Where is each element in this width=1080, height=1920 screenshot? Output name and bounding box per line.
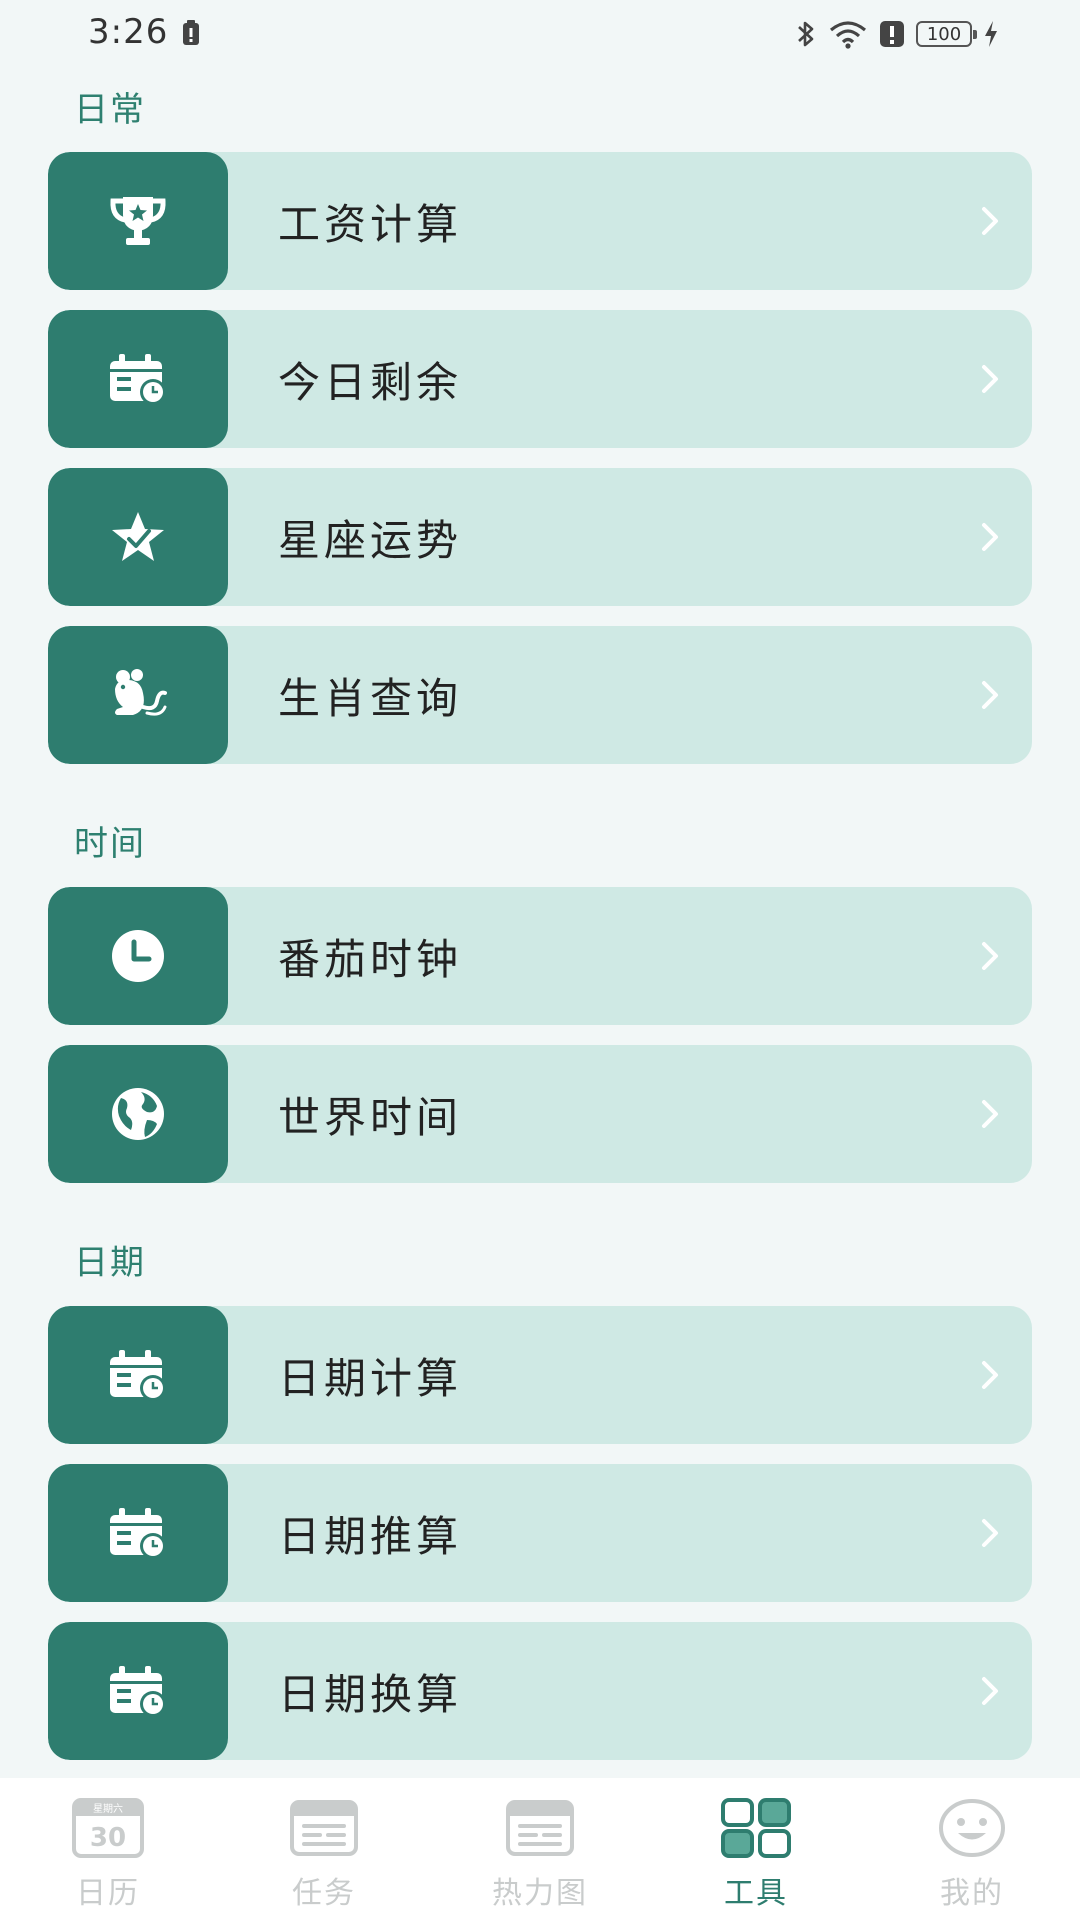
tool-icon-box: [48, 1306, 228, 1444]
status-bar: 3:26 100: [0, 0, 1080, 70]
task-card-icon: [288, 1798, 360, 1858]
tool-row-date-calc[interactable]: 日期计算: [48, 1306, 1032, 1444]
calendar-clock-icon: [110, 354, 166, 405]
bluetooth-icon: [798, 21, 814, 47]
tool-row-salary-calc[interactable]: 工资计算: [48, 152, 1032, 290]
tool-icon-box: [48, 626, 228, 764]
nav-label: 工具: [724, 1876, 788, 1911]
clock-icon: [112, 930, 164, 982]
battery-level: 100: [926, 23, 962, 45]
wifi-icon: [829, 21, 867, 49]
tool-label: 日期换算: [278, 1669, 463, 1719]
tool-label: 世界时间: [278, 1092, 463, 1142]
calendar-day-icon: 星期六 30: [72, 1798, 144, 1858]
status-icons: 100: [794, 16, 1000, 52]
chevron-right-icon: [970, 1355, 1010, 1395]
tool-icon-box: [48, 1622, 228, 1760]
section-title-time: 时间: [74, 824, 146, 864]
tool-row-horoscope[interactable]: 星座运势: [48, 468, 1032, 606]
nav-item-tasks[interactable]: 任务: [216, 1778, 432, 1920]
nav-item-tools[interactable]: 工具: [648, 1778, 864, 1920]
nav-label: 日历: [76, 1876, 140, 1911]
smiley-icon: [936, 1798, 1008, 1858]
tool-label: 生肖查询: [278, 673, 463, 723]
chevron-right-icon: [970, 201, 1010, 241]
star-icon: [112, 512, 164, 561]
chevron-right-icon: [970, 1671, 1010, 1711]
tool-row-today-remaining[interactable]: 今日剩余: [48, 310, 1032, 448]
tool-row-date-convert[interactable]: 日期换算: [48, 1622, 1032, 1760]
tool-icon-box: [48, 468, 228, 606]
tool-label: 日期计算: [278, 1353, 463, 1403]
tool-icon-box: [48, 887, 228, 1025]
calendar-weekday: 星期六: [93, 1803, 123, 1815]
section-title-daily: 日常: [74, 90, 146, 130]
battery-indicator: 100: [916, 21, 977, 47]
tool-label: 今日剩余: [278, 357, 463, 407]
chevron-right-icon: [970, 675, 1010, 715]
tool-row-zodiac-lookup[interactable]: 生肖查询: [48, 626, 1032, 764]
calendar-clock-icon: [110, 1666, 166, 1717]
battery-saver-icon: [183, 20, 199, 45]
calendar-clock-icon: [110, 1508, 166, 1559]
grid-icon: [720, 1798, 792, 1858]
nav-label: 热力图: [492, 1876, 588, 1911]
heatmap-card-icon: [504, 1798, 576, 1858]
tool-row-date-deduce[interactable]: 日期推算: [48, 1464, 1032, 1602]
rat-icon: [115, 669, 167, 716]
bottom-nav: 星期六 30 日历 任务 热力图 工具 我的: [0, 1778, 1080, 1920]
trophy-icon: [110, 197, 166, 245]
calendar-clock-icon: [110, 1350, 166, 1401]
calendar-date: 30: [90, 1823, 126, 1853]
tool-label: 工资计算: [278, 199, 463, 249]
chevron-right-icon: [970, 1094, 1010, 1134]
tool-icon-box: [48, 152, 228, 290]
tool-icon-box: [48, 1464, 228, 1602]
nav-label: 任务: [292, 1876, 356, 1911]
chevron-right-icon: [970, 359, 1010, 399]
tool-label: 星座运势: [278, 515, 463, 565]
nav-label: 我的: [940, 1876, 1004, 1911]
tool-icon-box: [48, 310, 228, 448]
globe-icon: [112, 1088, 164, 1140]
tool-label: 日期推算: [278, 1511, 463, 1561]
chevron-right-icon: [970, 1513, 1010, 1553]
section-title-date: 日期: [74, 1243, 146, 1283]
tool-row-pomodoro[interactable]: 番茄时钟: [48, 887, 1032, 1025]
tool-row-world-time[interactable]: 世界时间: [48, 1045, 1032, 1183]
alert-icon: [880, 21, 904, 47]
chevron-right-icon: [970, 936, 1010, 976]
charging-icon: [985, 21, 997, 47]
tool-label: 番茄时钟: [278, 934, 463, 984]
status-time: 3:26: [88, 12, 169, 52]
nav-item-calendar[interactable]: 星期六 30 日历: [0, 1778, 216, 1920]
nav-item-heatmap[interactable]: 热力图: [432, 1778, 648, 1920]
nav-item-mine[interactable]: 我的: [864, 1778, 1080, 1920]
tool-icon-box: [48, 1045, 228, 1183]
chevron-right-icon: [970, 517, 1010, 557]
